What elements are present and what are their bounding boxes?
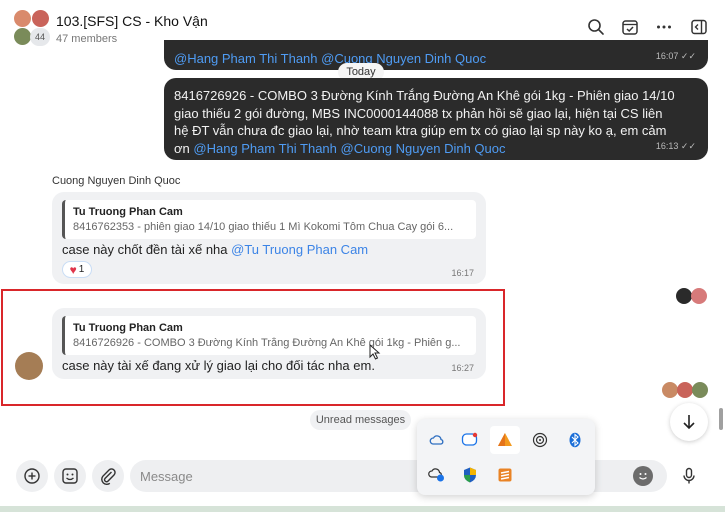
mention-link[interactable]: @Tu Truong Phan Cam	[231, 242, 368, 257]
sender-avatar[interactable]	[15, 352, 43, 380]
read-receipt-avatars	[676, 288, 710, 304]
message-bubble-outgoing[interactable]: 8416726926 - COMBO 3 Đường Kính Trắng Đư…	[164, 78, 708, 160]
network-icon[interactable]	[525, 426, 555, 454]
attach-icon	[101, 468, 116, 485]
reader-avatar	[676, 288, 692, 304]
quote-text: 8416726926 - COMBO 3 Đường Kính Trắng Đư…	[73, 337, 461, 349]
add-button[interactable]	[16, 460, 48, 492]
emoji-button[interactable]	[633, 466, 653, 486]
attach-button[interactable]	[92, 460, 124, 492]
chat-title[interactable]: 103.[SFS] CS - Kho Vận	[56, 13, 208, 29]
mention-link[interactable]: @Cuong Nguyen Dinh Quoc	[341, 141, 506, 156]
sticker-icon	[62, 468, 78, 484]
search-icon[interactable]	[586, 17, 606, 37]
member-count-badge: 44	[30, 28, 50, 46]
sublime-icon[interactable]	[490, 461, 520, 489]
quote-author: Tu Truong Phan Cam	[73, 206, 183, 218]
reader-avatar	[662, 382, 678, 398]
reader-avatar	[692, 382, 708, 398]
message-time: 16:07 ✓✓	[655, 50, 696, 61]
zalo-icon[interactable]	[455, 426, 485, 454]
taskbar-edge	[0, 506, 725, 512]
defender-icon[interactable]	[455, 461, 485, 489]
member-avatar	[14, 28, 31, 45]
read-receipt-avatars	[662, 382, 710, 398]
reader-avatar	[677, 382, 693, 398]
message-bubble-incoming[interactable]: Tu Truong Phan Cam 8416726926 - COMBO 3 …	[52, 308, 486, 379]
scrollbar[interactable]	[719, 60, 723, 455]
message-mentions[interactable]: @Hang Pham Thi Thanh @Cuong Nguyen Dinh …	[174, 50, 486, 68]
reply-quote[interactable]: Tu Truong Phan Cam 8416726926 - COMBO 3 …	[62, 316, 476, 355]
reaction-count: 1	[78, 264, 85, 275]
message-time: 16:17	[451, 268, 474, 278]
system-tray-popup	[417, 419, 595, 495]
quote-text: 8416762353 - phiên giao 14/10 giao thiếu…	[73, 221, 454, 233]
sticker-button[interactable]	[54, 460, 86, 492]
heart-icon: ♥	[69, 262, 77, 277]
arrow-down-icon	[683, 415, 695, 430]
member-count[interactable]: 47 members	[56, 33, 117, 45]
more-icon[interactable]	[654, 17, 674, 37]
message-time: 16:27	[451, 363, 474, 373]
app-orange-icon[interactable]	[490, 426, 520, 454]
message-bubble-partial[interactable]: @Hang Pham Thi Thanh @Cuong Nguyen Dinh …	[164, 40, 708, 70]
quote-author: Tu Truong Phan Cam	[73, 322, 183, 334]
group-avatar[interactable]: 44	[14, 10, 50, 46]
message-text: case này chốt đền tài xế nha @Tu Truong …	[62, 242, 369, 257]
emoji-icon	[639, 473, 647, 480]
add-icon	[24, 468, 40, 484]
message-bubble-incoming[interactable]: Tu Truong Phan Cam 8416762353 - phiên gi…	[52, 192, 486, 284]
message-text: 8416726926 - COMBO 3 Đường Kính Trắng Đư…	[174, 88, 675, 156]
sidebar-toggle-icon[interactable]	[689, 17, 709, 37]
reader-avatar	[691, 288, 707, 304]
mic-button[interactable]	[673, 460, 705, 492]
mic-icon	[683, 467, 695, 484]
calendar-check-icon[interactable]	[620, 17, 640, 37]
message-text: case này tài xế đang xử lý giao lại cho …	[62, 358, 375, 373]
message-time: 16:13 ✓✓	[655, 140, 696, 151]
mention-link[interactable]: @Hang Pham Thi Thanh	[193, 141, 337, 156]
onedrive-icon[interactable]	[422, 426, 452, 454]
bluetooth-icon[interactable]	[560, 426, 590, 454]
reply-quote[interactable]: Tu Truong Phan Cam 8416762353 - phiên gi…	[62, 200, 476, 239]
member-avatar	[32, 10, 49, 27]
unread-messages-divider: Unread messages	[310, 410, 411, 430]
scrollbar-thumb[interactable]	[719, 408, 723, 430]
cursor-icon	[369, 343, 381, 365]
sender-name[interactable]: Cuong Nguyen Dinh Quoc	[52, 175, 180, 187]
scroll-down-button[interactable]	[670, 403, 708, 441]
member-avatar	[14, 10, 31, 27]
vpn-icon[interactable]	[422, 461, 452, 489]
reaction-badge[interactable]: ♥ 1	[62, 261, 92, 278]
